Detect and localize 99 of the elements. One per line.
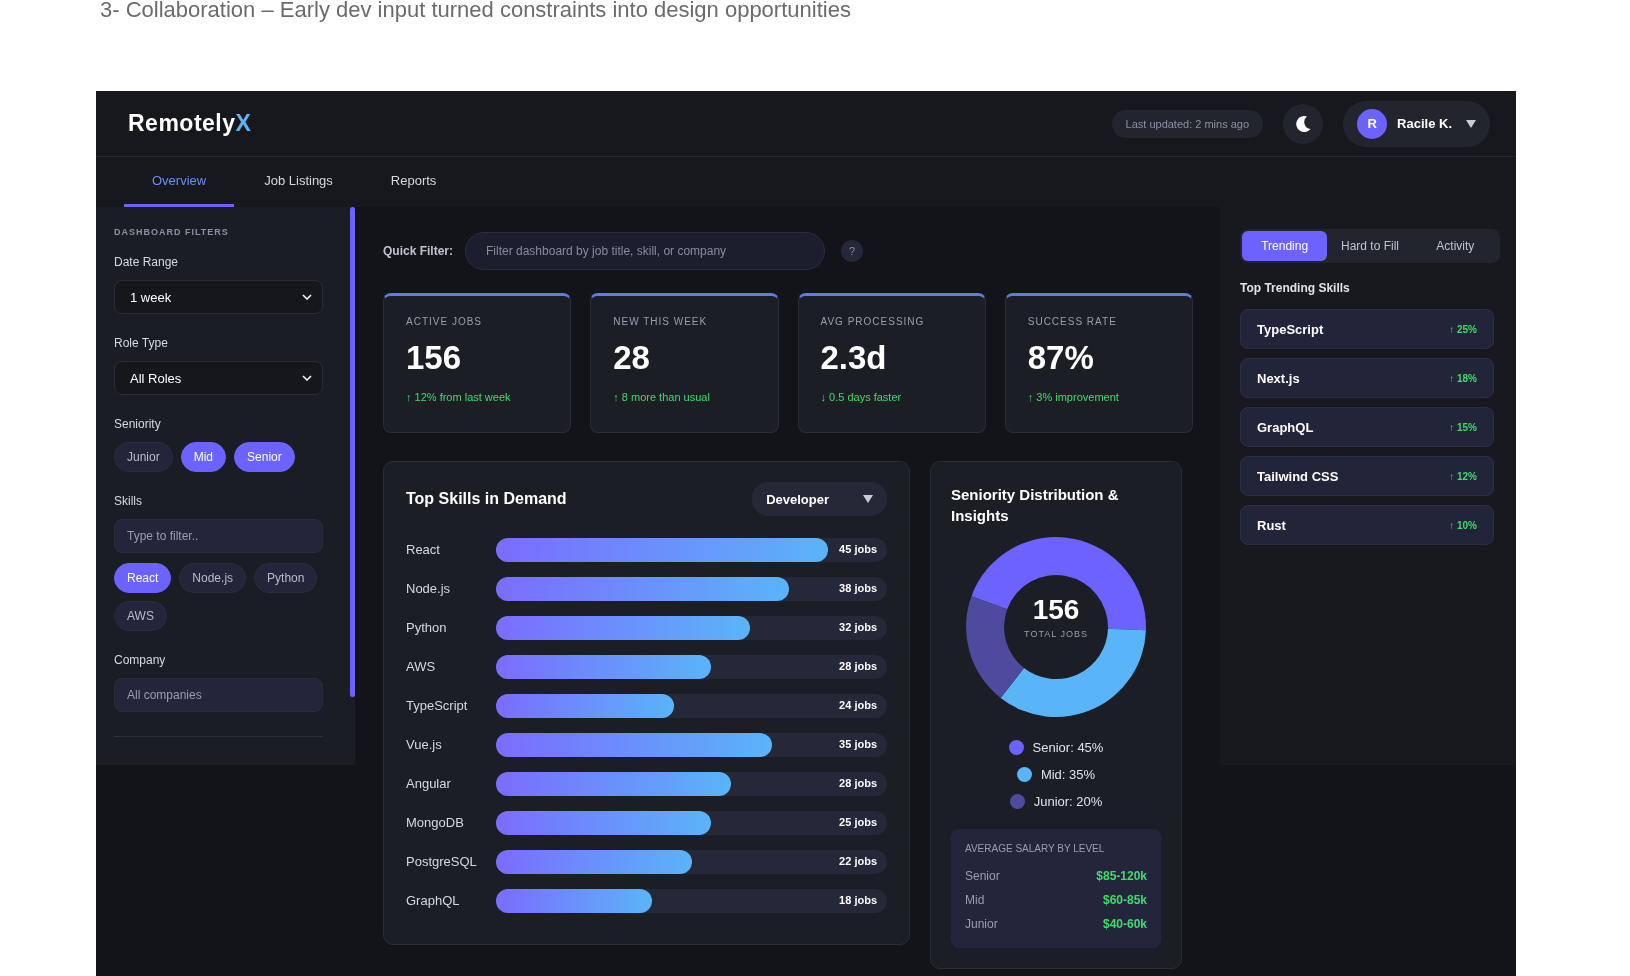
job-count: 38 jobs — [839, 581, 877, 594]
skill-name: Node.js — [406, 581, 452, 596]
field-label: Company — [114, 653, 167, 667]
company-field[interactable]: All companies — [114, 678, 323, 712]
card-title: Top Skills in Demand — [406, 490, 567, 508]
logo: RemotelyX — [128, 110, 252, 137]
stat-label: SUCCESS RATE — [1027, 316, 1118, 327]
skill-filter-field[interactable]: Type to filter.. — [114, 519, 323, 553]
skill-name: AWS — [406, 659, 437, 674]
job-count: 24 jobs — [839, 698, 877, 711]
skill-name: PostgreSQL — [406, 854, 478, 869]
scrollbar[interactable] — [350, 207, 355, 697]
salary-level: Mid — [965, 892, 985, 909]
caret-icon — [863, 495, 873, 503]
quick-filter-field[interactable]: Filter dashboard by job title, skill, or company — [465, 232, 825, 270]
filter-chip[interactable]: Mid — [180, 442, 227, 472]
legend-label: Senior: 45% — [1032, 740, 1104, 755]
field-label: Role Type — [114, 336, 169, 350]
trend-item[interactable]: GraphQL ↑ 15% — [1240, 407, 1494, 447]
trend-change: ↑ 18% — [1449, 372, 1477, 384]
filter-chip[interactable]: Senior — [234, 442, 295, 472]
filter-chip[interactable]: Python — [254, 563, 318, 593]
skill-name: GraphQL — [406, 893, 461, 908]
skill-name: Tailwind CSS — [1257, 468, 1339, 484]
user-name: Racile K. — [1397, 116, 1452, 131]
filter-chip[interactable]: AWS — [114, 601, 167, 631]
stat-change: ↑ 3% improvement — [1027, 391, 1120, 403]
filter-chip[interactable]: Node.js — [179, 563, 247, 593]
job-count: 18 jobs — [839, 893, 877, 906]
skill-name: React — [406, 542, 441, 557]
skill-name: Next.js — [1257, 370, 1300, 386]
caption-text: 3- Collaboration – Early dev input turned constraints into design opportunities — [99, 0, 852, 24]
sidebar-heading: DASHBOARD FILTERS — [114, 227, 230, 237]
stat-change: ↑ 8 more than usual — [613, 391, 711, 403]
trend-item[interactable]: Rust ↑ 10% — [1240, 505, 1494, 545]
job-count: 22 jobs — [839, 854, 877, 867]
field-label: Skills — [114, 494, 143, 508]
trend-change: ↑ 12% — [1449, 470, 1477, 482]
skill-name: Python — [406, 620, 448, 635]
job-count: 35 jobs — [839, 737, 877, 750]
chevron-down-icon — [302, 294, 312, 300]
panel-tab[interactable]: Hard to Fill — [1327, 231, 1413, 261]
stat-value: 87% — [1027, 339, 1095, 377]
last-updated-badge: Last updated: 2 mins ago — [1111, 109, 1264, 138]
trend-item[interactable]: Next.js ↑ 18% — [1240, 358, 1494, 398]
role-type-select[interactable]: All Roles — [114, 361, 323, 395]
help-button[interactable]: ? — [841, 240, 863, 262]
legend-label: Mid: 35% — [1040, 767, 1096, 782]
job-count: 25 jobs — [839, 815, 877, 828]
quick-filter-label: Quick Filter: — [383, 244, 453, 258]
salary-range: $40-60k — [1102, 916, 1147, 933]
stat-change: ↑ 12% from last week — [406, 391, 512, 403]
stat-change: ↓ 0.5 days faster — [820, 391, 903, 403]
chevron-down-icon — [302, 375, 312, 381]
panel-tab[interactable]: Trending — [1242, 231, 1328, 261]
trend-change: ↑ 25% — [1449, 323, 1477, 335]
filter-chip[interactable]: Junior — [114, 442, 173, 472]
panel-tab[interactable]: Activity — [1412, 231, 1498, 261]
job-count: 28 jobs — [839, 659, 877, 672]
panel-title: Top Trending Skills — [1240, 281, 1351, 295]
trend-change: ↑ 10% — [1449, 519, 1477, 531]
trend-item[interactable]: Tailwind CSS ↑ 12% — [1240, 456, 1494, 496]
job-count: 28 jobs — [839, 776, 877, 789]
salary-heading: AVERAGE SALARY BY LEVEL — [965, 843, 1106, 854]
user-menu-button[interactable]: R Racile K. — [1343, 100, 1490, 147]
salary-range: $85-120k — [1096, 868, 1147, 885]
skill-name: Vue.js — [406, 737, 443, 752]
date-range-select[interactable]: 1 week — [114, 280, 323, 314]
skill-name: TypeScript — [406, 698, 469, 713]
avatar: R — [1357, 108, 1388, 139]
stat-label: AVG PROCESSING — [820, 316, 926, 327]
stat-label: ACTIVE JOBS — [406, 316, 483, 327]
field-label: Seniority — [114, 417, 162, 431]
nav-tab[interactable]: Job Listings — [236, 157, 361, 207]
skill-name: GraphQL — [1257, 419, 1314, 435]
stat-value: 156 — [406, 339, 463, 377]
stat-value: 28 — [613, 339, 651, 377]
skill-name: TypeScript — [1257, 321, 1324, 337]
legend-label: Junior: 20% — [1033, 794, 1103, 809]
card-title: Seniority Distribution & Insights — [951, 485, 1120, 526]
trend-item[interactable]: TypeScript ↑ 25% — [1240, 309, 1494, 349]
filter-chip[interactable]: React — [114, 563, 172, 593]
caret-icon — [1466, 119, 1476, 128]
role-dropdown[interactable]: Developer — [752, 482, 887, 516]
trend-change: ↑ 15% — [1449, 421, 1477, 433]
salary-level: Junior — [965, 916, 998, 933]
job-count: 45 jobs — [839, 542, 877, 555]
skill-name: Angular — [406, 776, 452, 791]
job-count: 32 jobs — [839, 620, 877, 633]
nav-tab[interactable]: Reports — [362, 157, 465, 207]
skill-name: MongoDB — [406, 815, 465, 830]
salary-level: Senior — [965, 868, 1000, 885]
skill-name: Rust — [1257, 517, 1286, 533]
total-value: 156 — [1032, 594, 1080, 626]
stat-label: NEW THIS WEEK — [613, 316, 709, 327]
salary-range: $60-85k — [1102, 892, 1147, 909]
stat-value: 2.3d — [820, 339, 888, 377]
total-label: TOTAL JOBS — [1024, 629, 1088, 639]
field-label: Date Range — [114, 255, 180, 269]
